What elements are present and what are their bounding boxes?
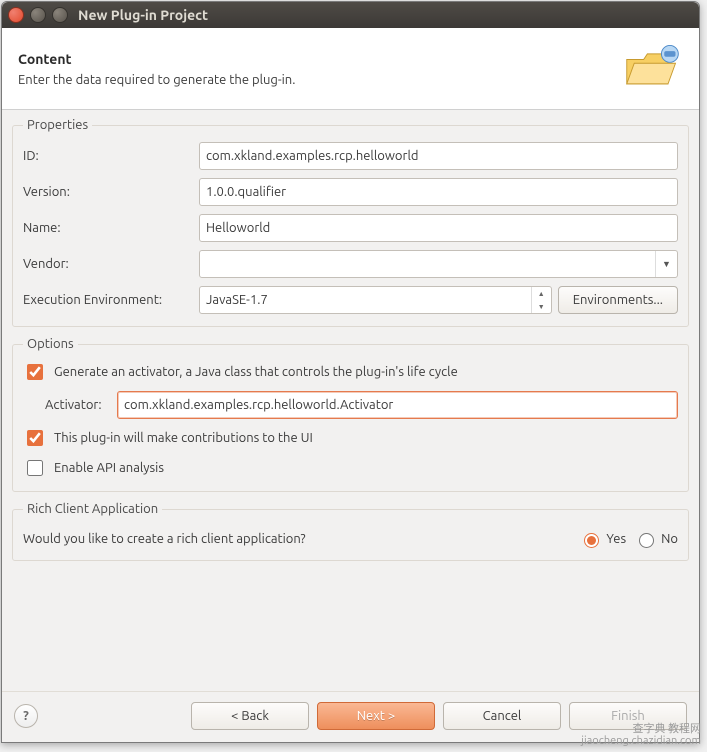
api-analysis-label[interactable]: Enable API analysis xyxy=(54,461,164,475)
rich-no-radio[interactable] xyxy=(639,533,654,548)
finish-button: Finish xyxy=(569,702,687,730)
chevron-down-icon[interactable]: ▼ xyxy=(532,300,551,313)
window-title: New Plug-in Project xyxy=(78,7,208,23)
generate-activator-label[interactable]: Generate an activator, a Java class that… xyxy=(54,365,458,379)
contribute-ui-checkbox[interactable] xyxy=(27,430,43,446)
wizard-content: Properties ID: Version: Name: xyxy=(2,110,699,691)
maximize-icon[interactable] xyxy=(52,7,68,23)
name-field[interactable] xyxy=(199,214,678,242)
rich-yes-option[interactable]: Yes xyxy=(579,530,626,548)
wizard-banner-icon xyxy=(623,40,683,97)
options-legend: Options xyxy=(23,337,78,351)
next-button[interactable]: Next > xyxy=(317,702,435,730)
page-subtitle: Enter the data required to generate the … xyxy=(18,73,295,87)
name-label: Name: xyxy=(23,221,193,235)
version-field[interactable] xyxy=(199,178,678,206)
button-bar: ? < Back Next > Cancel Finish xyxy=(2,691,699,742)
minimize-icon[interactable] xyxy=(30,7,46,23)
rich-client-group: Rich Client Application Would you like t… xyxy=(12,502,689,561)
titlebar[interactable]: New Plug-in Project xyxy=(2,2,699,28)
close-icon[interactable] xyxy=(8,7,24,23)
page-title: Content xyxy=(18,51,295,67)
vendor-combo[interactable]: ▼ xyxy=(199,250,678,278)
activator-field[interactable] xyxy=(117,391,678,419)
rich-yes-radio[interactable] xyxy=(584,533,599,548)
version-label: Version: xyxy=(23,185,193,199)
help-button[interactable]: ? xyxy=(14,704,38,728)
exec-env-select[interactable]: JavaSE-1.7 ▲ ▼ xyxy=(199,286,552,314)
api-analysis-checkbox[interactable] xyxy=(27,460,43,476)
properties-group: Properties ID: Version: Name: xyxy=(12,118,689,327)
id-field[interactable] xyxy=(199,142,678,170)
rich-client-question: Would you like to create a rich client a… xyxy=(23,532,306,546)
back-button[interactable]: < Back xyxy=(191,702,309,730)
cancel-button[interactable]: Cancel xyxy=(443,702,561,730)
vendor-label: Vendor: xyxy=(23,257,193,271)
rich-client-legend: Rich Client Application xyxy=(23,502,162,516)
rich-no-option[interactable]: No xyxy=(634,530,678,548)
exec-env-label: Execution Environment: xyxy=(23,293,193,307)
dialog-window: New Plug-in Project Content Enter the da… xyxy=(1,1,700,743)
chevron-down-icon[interactable]: ▼ xyxy=(655,251,677,277)
environments-button[interactable]: Environments... xyxy=(558,286,678,314)
contribute-ui-label[interactable]: This plug-in will make contributions to … xyxy=(54,431,313,445)
wizard-header: Content Enter the data required to gener… xyxy=(2,28,699,110)
id-label: ID: xyxy=(23,149,193,163)
options-group: Options Generate an activator, a Java cl… xyxy=(12,337,689,492)
exec-env-value: JavaSE-1.7 xyxy=(206,293,268,307)
chevron-up-icon[interactable]: ▲ xyxy=(532,287,551,300)
properties-legend: Properties xyxy=(23,118,92,132)
generate-activator-checkbox[interactable] xyxy=(27,364,43,380)
activator-label: Activator: xyxy=(45,398,111,412)
